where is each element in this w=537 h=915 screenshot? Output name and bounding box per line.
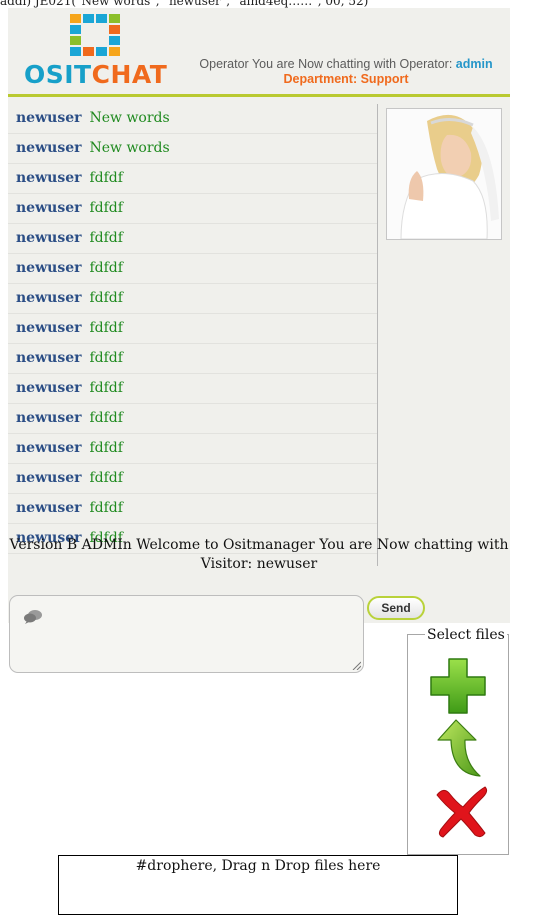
message-row: newuser fdfdf [8,284,377,314]
message-row: newuser fdfdf [8,404,377,434]
drop-zone[interactable]: #drophere, Drag n Drop files here [58,855,458,915]
cancel-x-icon[interactable] [433,785,489,839]
message-user: newuser [16,380,82,396]
message-text: fdfdf [89,440,123,456]
message-text: fdfdf [89,380,123,396]
message-row: newuser fdfdf [8,224,377,254]
message-user: newuser [16,350,82,366]
message-user: newuser [16,260,82,276]
add-file-icon[interactable] [429,657,487,715]
message-text: New words [89,140,170,156]
message-user: newuser [16,290,82,306]
message-user: newuser [16,200,82,216]
send-button[interactable]: Send [367,596,425,620]
welcome-message: Version B ADMIn Welcome to Ositmanager Y… [9,537,509,572]
osit-logo-icon [70,14,120,56]
message-row: newuser fdfdf [8,464,377,494]
select-files-group: Select files [407,627,509,855]
resize-grip-icon[interactable] [352,661,361,670]
message-text: fdfdf [89,230,123,246]
message-row: newuser fdfdf [8,374,377,404]
message-user: newuser [16,470,82,486]
message-text: fdfdf [89,200,123,216]
operator-status: Operator You are Now chatting with Opera… [196,57,496,71]
message-text: fdfdf [89,470,123,486]
operator-avatar [386,108,502,240]
message-list[interactable]: newuser New words newuser New words newuser f… [8,104,378,566]
logo-text-chat: CHAT [91,60,168,89]
message-row: newuser New words [8,134,377,164]
avatar-photo-icon [387,109,501,239]
message-user: newuser [16,410,82,426]
message-row: newuser fdfdf [8,434,377,464]
message-user: newuser [16,140,82,156]
brand-logo: OSITCHAT [24,60,167,90]
message-user: newuser [16,110,82,126]
message-user: newuser [16,440,82,456]
message-row: newuser fdfdf [8,164,377,194]
operator-prefix: Operator You are Now chatting with Opera… [199,57,456,71]
message-user: newuser [16,170,82,186]
message-text: fdfdf [89,350,123,366]
message-text: New words [89,110,170,126]
speech-bubble-icon [24,610,42,624]
upload-arrow-icon[interactable] [434,718,484,780]
message-text: fdfdf [89,260,123,276]
message-row: newuser fdfdf [8,314,377,344]
message-text: fdfdf [89,410,123,426]
message-row: newuser fdfdf [8,344,377,374]
message-text: fdfdf [89,320,123,336]
message-text: fdfdf [89,500,123,516]
chat-header: OSITCHAT Operator You are Now chatting w… [8,8,510,97]
message-row: newuser fdfdf [8,494,377,524]
message-row: newuser New words [8,104,377,134]
code-fragment-line: addi) JE021("New words", "newuser", "aln… [0,0,369,8]
message-text: fdfdf [89,290,123,306]
message-row: newuser fdfdf [8,254,377,284]
message-user: newuser [16,500,82,516]
operator-name: admin [455,57,493,71]
message-user: newuser [16,230,82,246]
message-user: newuser [16,320,82,336]
message-row: newuser fdfdf [8,194,377,224]
message-text: fdfdf [89,170,123,186]
select-files-legend: Select files [425,627,507,643]
department-label: Department: Support [283,72,409,86]
logo-text-osit: OSIT [24,60,92,89]
message-input[interactable] [9,595,364,673]
